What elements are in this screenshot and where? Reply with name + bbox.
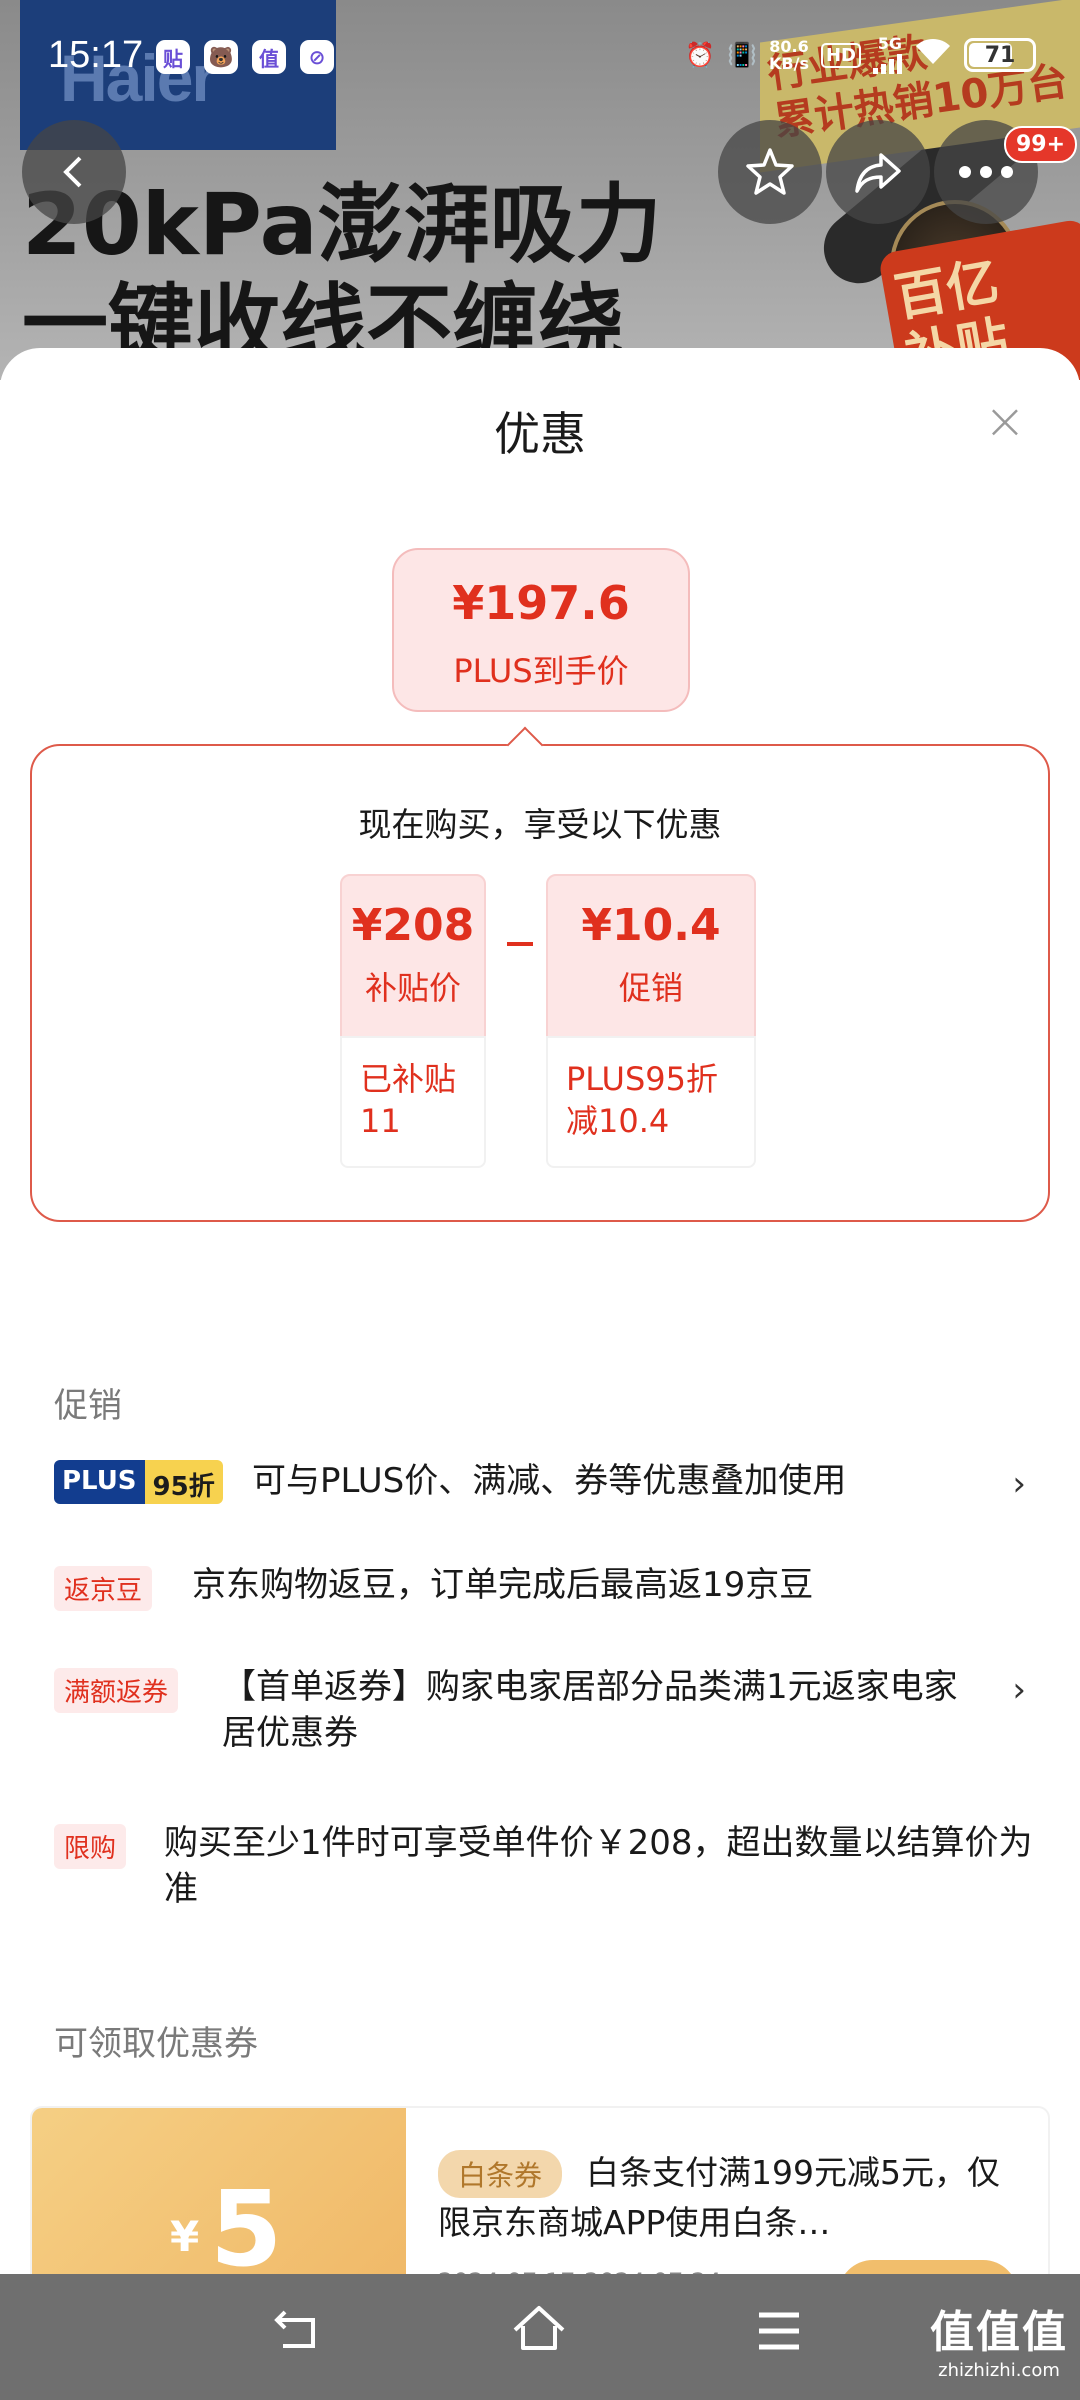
- back-arrow-icon: [274, 2310, 315, 2348]
- message-count-badge: 99+: [1004, 126, 1078, 163]
- status-time: 15:17: [48, 34, 144, 76]
- share-button[interactable]: [826, 120, 930, 224]
- chevron-right-icon: ›: [1012, 1670, 1026, 1710]
- site-watermark: 值值值 zhizhizhi.com: [930, 2296, 1068, 2381]
- chevron-right-icon: ›: [1012, 1464, 1026, 1504]
- coupon-currency: ¥: [170, 2212, 200, 2261]
- status-right-group: ⏰ 📳 80.6 KB/s HD 5G 71: [685, 36, 1036, 74]
- app-notification-icon: 值: [252, 40, 286, 74]
- promo-section-label: 促销: [54, 1386, 122, 1426]
- more-dots-icon: [959, 166, 1013, 178]
- product-headline: 20kPa澎湃吸力 一键收线不缠绕: [22, 175, 662, 375]
- watermark-url: zhizhizhi.com: [938, 2360, 1060, 2381]
- nav-home-button[interactable]: [504, 2302, 574, 2372]
- network-speed: 80.6 KB/s: [769, 38, 809, 72]
- promo-tag: 满额返券: [54, 1668, 179, 1713]
- hd-icon: HD: [820, 42, 861, 68]
- promo-text: 可与PLUS价、满减、券等优惠叠加使用: [252, 1461, 847, 1501]
- subsidy-price-amount: ¥208: [351, 900, 475, 951]
- breakdown-title: 现在购买，享受以下优惠: [358, 805, 722, 844]
- battery-icon: 71: [964, 38, 1036, 72]
- alarm-icon: ⏰: [685, 41, 716, 69]
- coupon-type-tag: 白条券: [438, 2150, 563, 2198]
- battery-percent: 71: [984, 42, 1016, 68]
- price-breakdown: 现在购买，享受以下优惠 ¥208 补贴价 已补贴 11 ¥10.4 促销 PLU…: [30, 744, 1050, 1222]
- notification-icons: 贴 🐻 值 ⊘: [156, 40, 334, 74]
- signal-bars-icon: [873, 52, 902, 74]
- network-type: 5G: [877, 34, 902, 53]
- final-price-card: ¥197.6 PLUS到手价: [392, 548, 690, 712]
- watermark-logo: 值值值: [930, 2307, 1068, 2358]
- minus-sign: [507, 942, 533, 946]
- vibrate-icon: 📳: [727, 41, 758, 69]
- sheet-title: 优惠: [494, 407, 586, 461]
- close-icon: ×: [984, 392, 1026, 450]
- star-icon: [746, 148, 794, 195]
- close-button[interactable]: ×: [980, 396, 1030, 446]
- promo-row-jingdou: 返京豆 京东购物返豆，订单完成后最高返19京豆: [54, 1562, 1026, 1622]
- promo-text: 购买至少1件时可享受单件价￥208，超出数量以结算价为准: [164, 1823, 1033, 1909]
- share-icon: [855, 153, 901, 193]
- promo-text: 京东购物返豆，订单完成后最高返19京豆: [192, 1565, 814, 1605]
- coupon-section-label: 可领取优惠券: [54, 2024, 258, 2064]
- back-button[interactable]: [22, 120, 126, 224]
- status-bar: 15:17 贴 🐻 值 ⊘ ⏰ 📳 80.6 KB/s HD 5G 71: [0, 0, 1080, 120]
- subsidy-note: 已补贴 11: [340, 1036, 486, 1168]
- promo-tag: 限购: [54, 1824, 127, 1869]
- promo-text: 【首单返券】购家电家居部分品类满1元返家电家居优惠券: [222, 1667, 958, 1753]
- discount-sheet: 优惠 × ¥197.6 PLUS到手价 现在购买，享受以下优惠 ¥208 补贴价…: [0, 348, 1080, 2278]
- final-price-label: PLUS到手价: [453, 652, 629, 690]
- favorite-button[interactable]: [718, 120, 822, 224]
- promo-discount-label: 促销: [618, 969, 683, 1007]
- system-nav-bar: [0, 2274, 1080, 2400]
- nav-back-button[interactable]: [264, 2302, 334, 2372]
- final-price-amount: ¥197.6: [452, 576, 630, 630]
- plus-tag-rate: 95折: [144, 1460, 223, 1504]
- promo-discount-card: ¥10.4 促销: [546, 874, 756, 1038]
- chevron-left-icon: [63, 156, 82, 188]
- plus-discount-tag: PLUS 95折: [54, 1460, 223, 1504]
- app-notification-icon: ⊘: [300, 40, 334, 74]
- promo-tag: 返京豆: [54, 1566, 153, 1611]
- net-speed-unit: KB/s: [769, 54, 809, 73]
- menu-icon: [759, 2312, 799, 2350]
- app-notification-icon: 🐻: [204, 40, 238, 74]
- coupon-value: 5: [210, 2168, 283, 2290]
- cell-signal: 5G: [873, 36, 902, 74]
- nav-menu-button[interactable]: [744, 2302, 814, 2372]
- net-speed-value: 80.6: [769, 37, 809, 56]
- home-icon: [513, 2306, 565, 2350]
- promo-row-purchase-limit: 限购 购买至少1件时可享受单件价￥208，超出数量以结算价为准: [54, 1820, 1033, 1920]
- promo-row-coupon-return[interactable]: 满额返券 【首单返券】购家电家居部分品类满1元返家电家居优惠券 ›: [54, 1664, 1026, 1764]
- app-notification-icon: 贴: [156, 40, 190, 74]
- promo-note: PLUS95折 减10.4: [546, 1036, 756, 1168]
- subsidy-price-label: 补贴价: [364, 969, 461, 1007]
- promo-discount-amount: ¥10.4: [581, 900, 721, 951]
- wifi-icon: [914, 36, 952, 74]
- subsidy-price-card: ¥208 补贴价: [340, 874, 486, 1038]
- plus-tag-label: PLUS: [54, 1460, 145, 1504]
- promo-row-plus[interactable]: PLUS 95折 可与PLUS价、满减、券等优惠叠加使用 ›: [54, 1458, 1026, 1518]
